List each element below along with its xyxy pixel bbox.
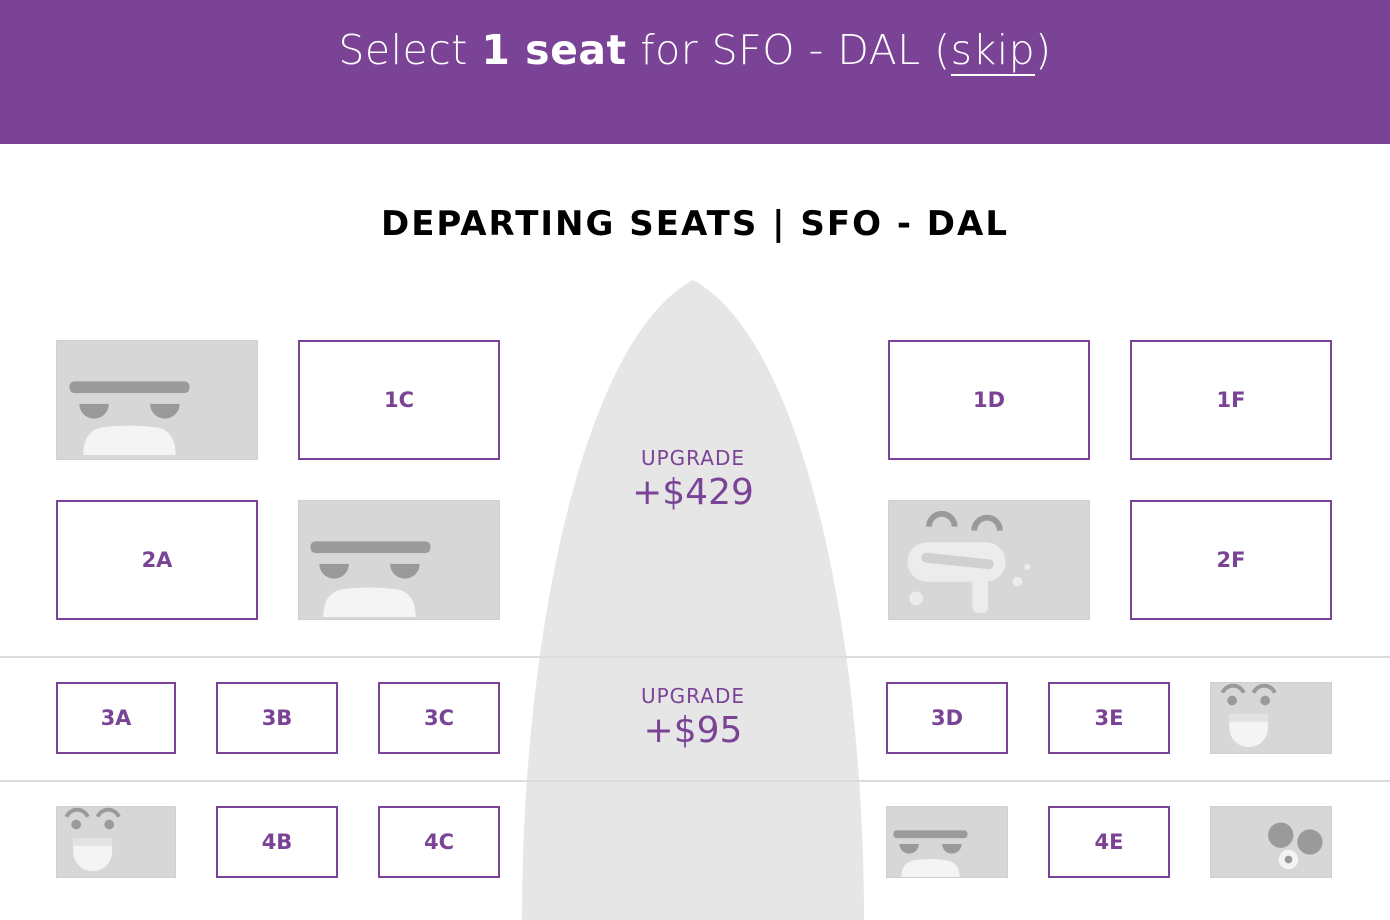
occupied-seat-1a [56, 340, 258, 460]
seat-4b[interactable]: 4B [216, 806, 338, 878]
seat-3b[interactable]: 3B [216, 682, 338, 754]
seat-2f[interactable]: 2F [1130, 500, 1332, 620]
seat-1d[interactable]: 1D [888, 340, 1090, 460]
section-title: DEPARTING SEATS | SFO - DAL [380, 204, 1009, 244]
seat-4e[interactable]: 4E [1048, 806, 1170, 878]
surprised-face-icon [64, 807, 121, 872]
upgrade-first-class: UPGRADE +$429 [543, 446, 843, 513]
surprised-face-icon [1220, 683, 1277, 748]
occupied-seat-3f [1210, 682, 1332, 754]
seat-3a[interactable]: 3A [56, 682, 176, 754]
bubbles-icon [1268, 822, 1323, 870]
occupied-seat-4f [1210, 806, 1332, 878]
seat-count: 1 seat [481, 26, 627, 74]
seat-3e[interactable]: 3E [1048, 682, 1170, 754]
seat-selection-prompt: Select 1 seat for SFO - DAL (skip) [0, 26, 1390, 76]
seat-2a[interactable]: 2A [56, 500, 258, 620]
seat-4c[interactable]: 4C [378, 806, 500, 878]
grumpy-face-icon [893, 830, 968, 877]
upgrade-price: +$95 [643, 710, 743, 751]
seat-3c[interactable]: 3C [378, 682, 500, 754]
upgrade-label: UPGRADE [640, 446, 745, 470]
seat-1f[interactable]: 1F [1130, 340, 1332, 460]
row-divider [0, 656, 1390, 658]
aisle-shape [522, 280, 864, 920]
upgrade-extra-legroom: UPGRADE +$95 [543, 684, 843, 751]
upgrade-price: +$429 [632, 472, 754, 513]
occupied-seat-2d [888, 500, 1090, 620]
grumpy-face-icon [69, 381, 190, 456]
occupied-seat-4a [56, 806, 176, 878]
seat-1c[interactable]: 1C [298, 340, 500, 460]
occupied-seat-4d [886, 806, 1008, 878]
grumpy-face-icon [310, 541, 431, 618]
seat-3d[interactable]: 3D [886, 682, 1008, 754]
prompt-suffix: ) [1035, 26, 1052, 74]
occupied-seat-2c [298, 500, 500, 620]
prompt-prefix: Select [338, 26, 482, 74]
row-divider [0, 780, 1390, 782]
skip-link[interactable]: skip [950, 26, 1036, 76]
upgrade-label: UPGRADE [640, 684, 745, 708]
toothbrush-face-icon [907, 510, 1031, 614]
top-banner: Select 1 seat for SFO - DAL (skip) [0, 0, 1390, 144]
prompt-route: for SFO - DAL ( [626, 26, 951, 74]
